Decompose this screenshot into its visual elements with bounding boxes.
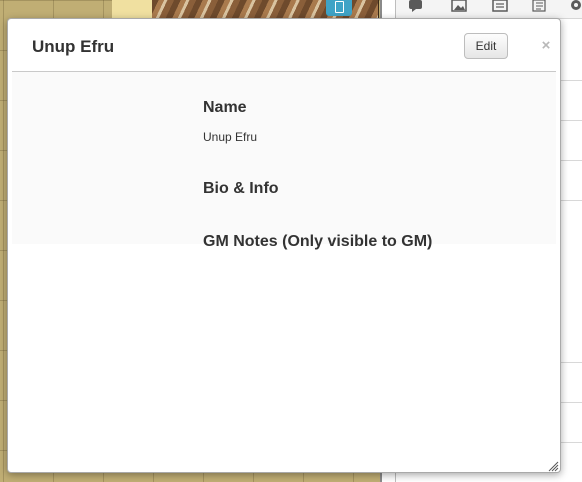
name-value: Unup Efru bbox=[203, 130, 258, 144]
resize-handle-icon[interactable] bbox=[547, 459, 559, 472]
sidebar-row-divider bbox=[560, 80, 582, 81]
gm-notes-heading: GM Notes (Only visible to GM) bbox=[203, 233, 433, 250]
sidebar-row-divider bbox=[560, 160, 582, 161]
edit-button[interactable]: Edit bbox=[464, 33, 508, 59]
sidebar-row-divider bbox=[560, 442, 582, 443]
sidebar-toolbar bbox=[396, 0, 582, 19]
token-marker-icon[interactable] bbox=[326, 0, 352, 16]
name-heading: Name bbox=[203, 99, 247, 116]
character-dialog: Unup Efru Edit × Name Unup Efru Bio & In… bbox=[7, 18, 561, 473]
dialog-titlebar[interactable]: Unup Efru Edit × bbox=[12, 19, 556, 72]
dialog-title: Unup Efru bbox=[32, 37, 115, 56]
image-icon[interactable] bbox=[450, 0, 468, 14]
sidebar-row-divider bbox=[560, 120, 582, 121]
sidebar-row-divider bbox=[560, 200, 582, 201]
sidebar-row-divider bbox=[560, 362, 582, 363]
close-icon[interactable]: × bbox=[539, 37, 553, 55]
journal-icon[interactable] bbox=[491, 0, 509, 14]
sidebar-row-divider bbox=[560, 402, 582, 403]
settings-icon[interactable] bbox=[566, 0, 582, 14]
bio-heading: Bio & Info bbox=[203, 180, 279, 197]
compendium-icon[interactable] bbox=[530, 0, 548, 14]
chat-icon[interactable] bbox=[408, 0, 426, 14]
character-info-panel: Name Unup Efru Bio & Info GM Notes (Only… bbox=[12, 72, 556, 250]
